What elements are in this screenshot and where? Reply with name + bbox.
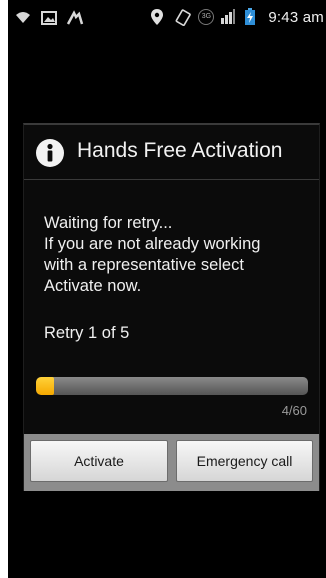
message-line: If you are not already working	[44, 235, 261, 253]
retry-counter: Retry 1 of 5	[44, 324, 130, 342]
dialog-header: Hands Free Activation	[24, 125, 319, 180]
status-bar: 3G 9:43 am	[8, 0, 326, 38]
progress-count: 4/60	[281, 403, 307, 418]
signal-wave-icon	[14, 9, 32, 27]
info-icon	[35, 138, 65, 168]
dialog-title: Hands Free Activation	[77, 139, 283, 162]
image-icon	[40, 9, 58, 27]
activate-button[interactable]: Activate	[30, 440, 168, 482]
notification-icons	[14, 9, 84, 27]
phone-screen: 3G 9:43 am Hands Free Activation Waiting…	[8, 0, 326, 578]
activation-dialog: Hands Free Activation Waiting for retry.…	[23, 123, 320, 491]
emergency-call-button[interactable]: Emergency call	[176, 440, 313, 482]
mobile-signal-icon	[220, 8, 238, 26]
network-3g-icon: 3G	[198, 9, 215, 25]
message-line: Activate now.	[44, 277, 142, 295]
system-icons: 3G 9:43 am	[150, 8, 324, 26]
battery-icon	[244, 8, 262, 26]
rotate-icon	[174, 8, 192, 26]
message-line: Waiting for retry...	[44, 214, 173, 232]
progress-bar	[36, 377, 308, 395]
progress-fill	[36, 377, 55, 395]
message-line: with a representative select	[44, 256, 244, 274]
dialog-message: Waiting for retry... If you are not alre…	[44, 213, 314, 297]
signal-boost-icon	[66, 9, 84, 27]
dialog-button-bar: Activate Emergency call	[24, 434, 319, 491]
status-clock: 9:43 am	[268, 8, 324, 26]
location-pin-icon	[150, 8, 168, 26]
